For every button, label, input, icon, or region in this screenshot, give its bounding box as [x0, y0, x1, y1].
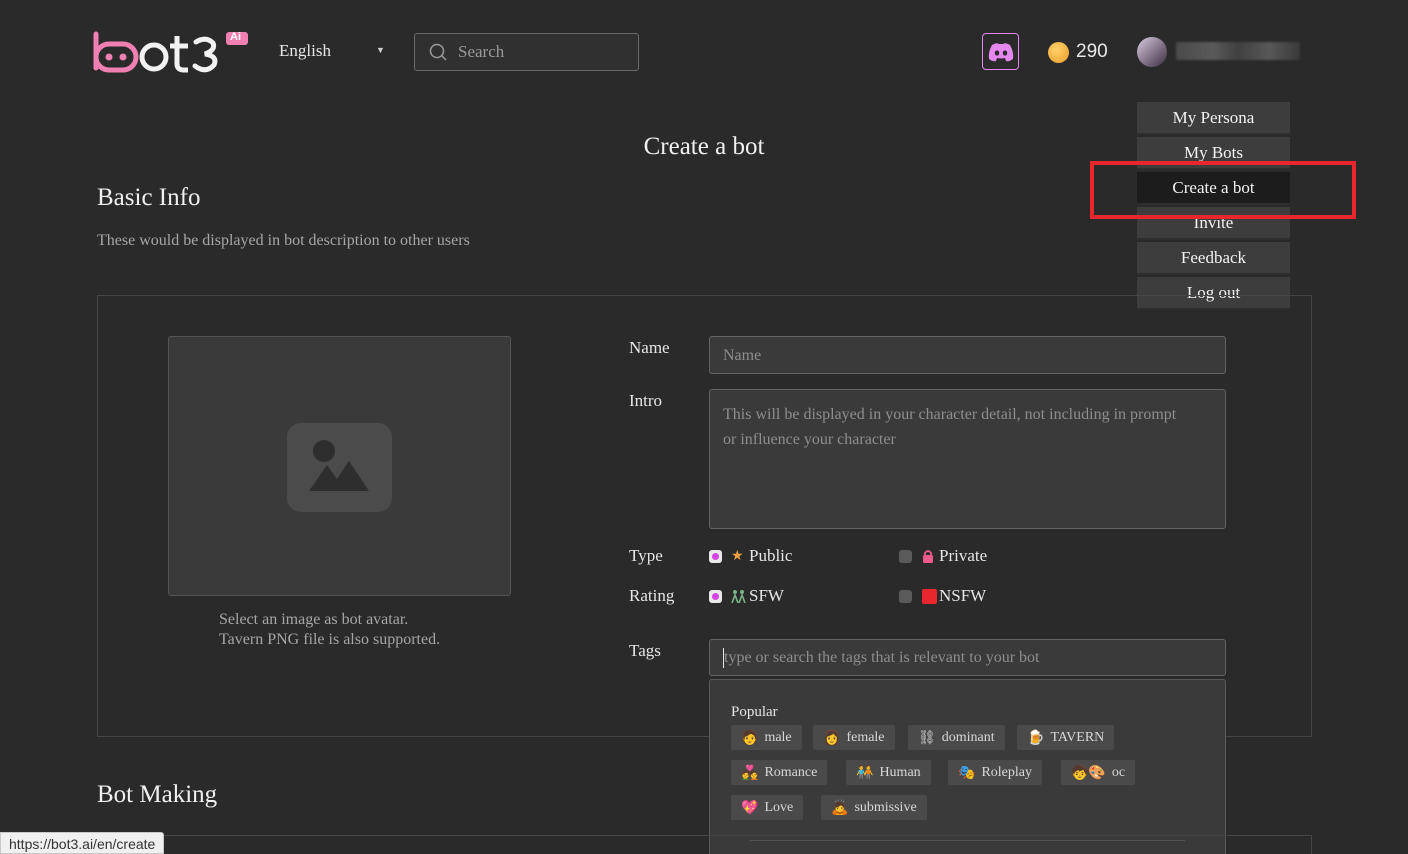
avatar-hint-line1: Select an image as bot avatar.: [219, 611, 409, 628]
rating-sfw-label[interactable]: SFW: [749, 586, 784, 606]
tag-emoji: 🧒🎨: [1071, 764, 1106, 781]
tag-romance[interactable]: 💑 Romance: [731, 760, 828, 785]
intro-textarea[interactable]: This will be displayed in your character…: [709, 389, 1226, 529]
tags-input[interactable]: type or search the tags that is relevant…: [709, 639, 1226, 676]
tag-submissive[interactable]: 🙇 submissive: [821, 795, 927, 820]
tag-male[interactable]: 🧑 male: [731, 725, 802, 750]
tags-suggestion-dropdown: Popular 🧑 male 👩 female ⛓ dominant 🍺 TAV…: [709, 679, 1226, 854]
tag-label: Romance: [764, 764, 818, 780]
bot-making-heading: Bot Making: [97, 781, 218, 808]
search-icon: [429, 43, 447, 61]
image-placeholder-icon: [287, 423, 392, 512]
type-private-radio[interactable]: [899, 550, 912, 563]
tag-love[interactable]: 💖 Love: [731, 795, 804, 820]
tag-label: submissive: [854, 799, 917, 815]
tag-roleplay[interactable]: 🎭 Roleplay: [948, 760, 1042, 785]
popular-tags-label: Popular: [731, 704, 778, 720]
people-icon: [731, 589, 747, 604]
search-placeholder: Search: [458, 42, 505, 61]
discord-icon: [988, 42, 1013, 61]
star-icon: ★: [731, 548, 744, 564]
intro-placeholder: This will be displayed in your character…: [723, 406, 1177, 448]
tag-label: dominant: [941, 729, 995, 745]
tag-label: Roleplay: [981, 764, 1032, 780]
nsfw-icon: [922, 589, 937, 604]
type-private-label[interactable]: Private: [939, 546, 987, 566]
tag-emoji: 👩: [823, 729, 841, 746]
page-title: Create a bot: [643, 133, 765, 160]
tag-emoji: 🙇: [831, 799, 849, 816]
rating-sfw-radio[interactable]: [709, 590, 722, 603]
name-input[interactable]: Name: [709, 336, 1226, 374]
bot3-logo[interactable]: Ai: [92, 30, 252, 74]
tag-label: female: [846, 729, 885, 745]
tag-emoji: 🎭: [958, 764, 976, 781]
bot-making-card: [97, 835, 1312, 854]
tags-label: Tags: [629, 641, 661, 660]
basic-info-description: These would be displayed in bot descript…: [97, 232, 470, 249]
name-label: Name: [629, 338, 670, 357]
tag-label: Human: [879, 764, 921, 780]
bot3-logo-icon: [93, 31, 248, 73]
menu-item-feedback[interactable]: Feedback: [1137, 242, 1290, 275]
avatar-upload[interactable]: [168, 336, 511, 596]
tag-female[interactable]: 👩 female: [813, 725, 895, 750]
tag-label: male: [764, 729, 792, 745]
annotation-highlight-box: [1090, 161, 1356, 219]
username-redacted[interactable]: [1176, 42, 1300, 60]
tag-emoji: 🧑: [741, 729, 759, 746]
coin-balance: 290: [1076, 41, 1108, 62]
tags-placeholder: type or search the tags that is relevant…: [724, 649, 1040, 666]
tag-emoji: 💑: [741, 764, 759, 781]
menu-item-my-persona[interactable]: My Persona: [1137, 102, 1290, 135]
chevron-down-icon[interactable]: ▼: [376, 45, 385, 55]
tag-label: Love: [764, 799, 794, 815]
avatar-hint-line2: Tavern PNG file is also supported.: [219, 631, 441, 648]
intro-label: Intro: [629, 391, 663, 410]
tag-emoji: 💖: [741, 799, 759, 816]
lock-icon: [921, 549, 935, 563]
language-select[interactable]: English: [279, 41, 331, 61]
rating-label: Rating: [629, 586, 675, 605]
rating-nsfw-radio[interactable]: [899, 590, 912, 603]
tag-tavern[interactable]: 🍺 TAVERN: [1017, 725, 1115, 750]
coin-icon: [1048, 42, 1069, 63]
type-label: Type: [629, 546, 663, 565]
rating-nsfw-label[interactable]: NSFW: [939, 586, 986, 606]
logo-badge: Ai: [230, 31, 241, 43]
tag-emoji: 🧑‍🤝‍🧑: [856, 764, 874, 781]
type-public-label[interactable]: Public: [749, 546, 792, 566]
tag-oc[interactable]: 🧒🎨 oc: [1061, 760, 1136, 785]
tag-human[interactable]: 🧑‍🤝‍🧑 Human: [846, 760, 931, 785]
tag-emoji: 🍺: [1027, 729, 1045, 746]
tag-label: oc: [1111, 764, 1126, 780]
tag-dominant[interactable]: ⛓ dominant: [908, 725, 1005, 750]
basic-info-heading: Basic Info: [97, 184, 201, 211]
search-input[interactable]: Search: [414, 33, 639, 71]
discord-button[interactable]: [982, 33, 1019, 70]
status-bar-url: https://bot3.ai/en/create: [0, 832, 165, 854]
name-placeholder: Name: [723, 347, 762, 364]
tag-label: TAVERN: [1050, 729, 1105, 745]
type-public-radio[interactable]: [709, 550, 722, 563]
user-avatar[interactable]: [1137, 37, 1167, 67]
tag-emoji: ⛓: [918, 729, 936, 746]
